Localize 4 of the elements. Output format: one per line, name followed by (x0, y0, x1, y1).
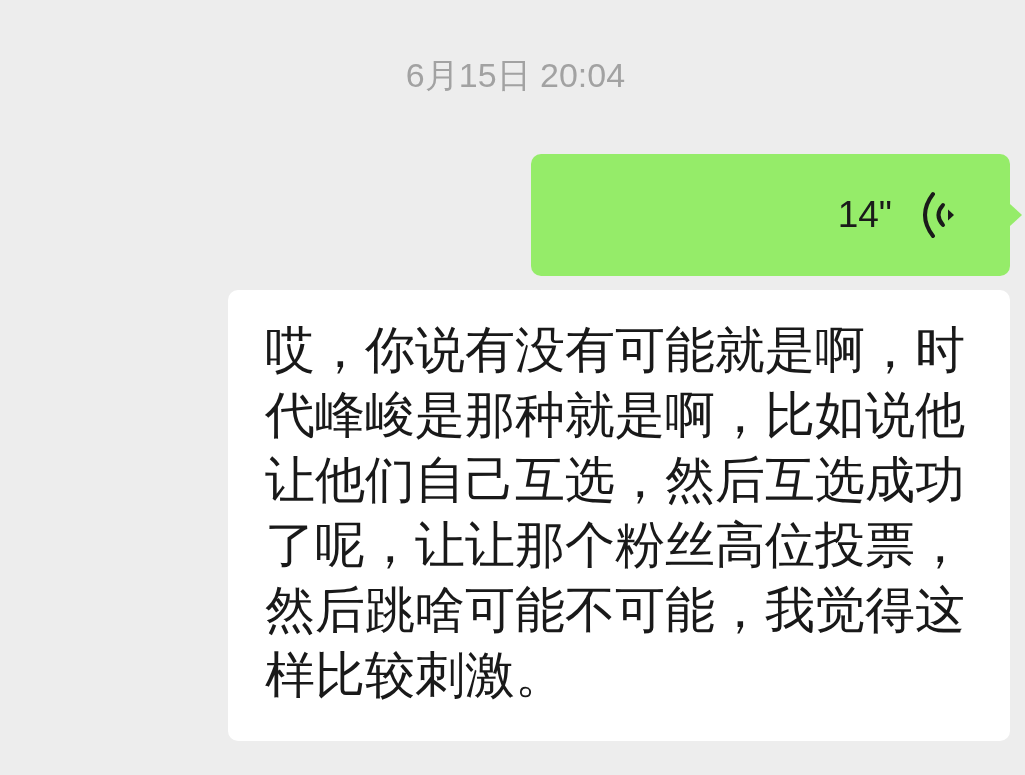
timestamp: 6月15日 20:04 (405, 55, 626, 95)
voice-message-bubble[interactable]: 14" (531, 154, 1010, 276)
transcript-text: 哎，你说有没有可能就是啊，时代峰峻是那种就是啊，比如说他让他们自己互选，然后互选成功了呢，让让那个粉丝高位投票，然后跳啥可能不可能，我觉得这样比较刺激。 (265, 321, 966, 705)
bubble-tail-icon (1010, 204, 1022, 226)
